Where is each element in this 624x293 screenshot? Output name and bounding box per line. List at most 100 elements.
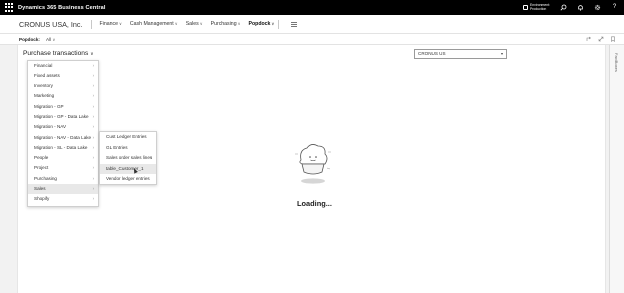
chevron-down-icon: ∨ bbox=[90, 51, 94, 56]
category-menu: Financial › Fixed assets › Inventory › Mark… bbox=[27, 60, 99, 207]
environment-icon bbox=[523, 5, 529, 10]
top-bar: Dynamics 365 Business Central Environmen… bbox=[0, 0, 624, 15]
menu-item[interactable]: Migration - NAV - Data Lake › bbox=[28, 133, 98, 143]
submenu-item-label: GL Entries bbox=[106, 144, 128, 150]
chevron-down-icon: ∨ bbox=[118, 21, 122, 26]
menu-item[interactable]: Migration - GP › bbox=[28, 102, 98, 112]
chevron-down-icon: ∨ bbox=[52, 37, 56, 42]
environment-name: Production bbox=[530, 6, 547, 11]
sales-submenu: Cust Ledger Entries GL Entries Sales ord… bbox=[99, 131, 157, 185]
menu-item-label: Migration - NAV - Data Lake bbox=[34, 134, 92, 140]
chevron-right-icon: › bbox=[92, 165, 94, 171]
menu-item[interactable]: Purchasing › bbox=[28, 174, 98, 184]
chevron-right-icon: › bbox=[92, 175, 94, 181]
menu-item[interactable]: Shopify › bbox=[28, 194, 98, 204]
nav-divider bbox=[278, 19, 280, 29]
navigation-bar: CRONUS USA, Inc. Finance∨ Cash Managemen… bbox=[0, 15, 624, 34]
menu-item[interactable]: People › bbox=[28, 153, 98, 163]
company-name[interactable]: CRONUS USA, Inc. bbox=[19, 20, 83, 29]
chevron-right-icon: › bbox=[92, 72, 94, 78]
chevron-right-icon: › bbox=[92, 124, 94, 130]
action-bar: Popdock: All ∨ bbox=[0, 34, 624, 45]
submenu-item[interactable]: Sales order sales lines › bbox=[100, 153, 156, 164]
menu-icon[interactable] bbox=[291, 21, 298, 27]
search-icon[interactable] bbox=[560, 4, 567, 11]
help-icon[interactable]: ? bbox=[611, 4, 618, 11]
chevron-right-icon: › bbox=[92, 155, 94, 161]
share-icon[interactable] bbox=[586, 36, 592, 44]
menu-item-label: Inventory bbox=[34, 83, 53, 89]
nav-popdock[interactable]: Popdock∨ bbox=[249, 21, 275, 27]
company-select-value: CRONUS US bbox=[418, 51, 446, 56]
nav-finance[interactable]: Finance∨ bbox=[100, 21, 122, 27]
loading-illustration bbox=[293, 140, 333, 186]
chevron-down-icon: ∨ bbox=[271, 21, 275, 26]
menu-item[interactable]: Sales › bbox=[28, 184, 98, 195]
submenu-item[interactable]: GL Entries bbox=[100, 143, 156, 154]
chevron-right-icon: › bbox=[92, 83, 94, 89]
topbar-actions: Environment: Production ? bbox=[523, 0, 618, 15]
transaction-type-dropdown[interactable]: Purchase transactions ∨ bbox=[23, 50, 94, 57]
menu-item[interactable]: Marketing › bbox=[28, 91, 98, 101]
menu-item[interactable]: Migration - NAV › bbox=[28, 122, 98, 132]
action-bar-label: Popdock: bbox=[19, 36, 40, 42]
app-title: Dynamics 365 Business Central bbox=[18, 4, 106, 11]
nav-label: Cash Management bbox=[129, 21, 174, 27]
chevron-down-icon: ∨ bbox=[199, 21, 203, 26]
nav-label: Sales bbox=[185, 21, 199, 27]
menu-item-label: Migration - NAV bbox=[34, 124, 67, 130]
factbox-panel[interactable]: FactBoxes bbox=[609, 45, 624, 293]
nav-sales[interactable]: Sales∨ bbox=[186, 21, 203, 27]
menu-item-label: Purchasing bbox=[34, 175, 57, 181]
chevron-down-icon: ∨ bbox=[237, 21, 241, 26]
nav-cash-management[interactable]: Cash Management∨ bbox=[130, 21, 178, 27]
menu-item-label: Project bbox=[34, 165, 49, 171]
gear-icon[interactable] bbox=[594, 4, 601, 11]
page-actions bbox=[586, 36, 616, 44]
submenu-item[interactable]: Cust Ledger Entries bbox=[100, 132, 156, 143]
menu-item[interactable]: Financial › bbox=[28, 61, 98, 71]
menu-item-label: Fixed assets bbox=[34, 72, 60, 78]
environment-indicator[interactable]: Environment: Production bbox=[523, 3, 550, 11]
chevron-right-icon: › bbox=[92, 113, 94, 119]
nav-purchasing[interactable]: Purchasing∨ bbox=[211, 21, 241, 27]
chevron-down-icon: ∨ bbox=[174, 21, 178, 26]
submenu-item-label: table_Customer_1 bbox=[106, 165, 144, 171]
action-bar-filter[interactable]: All ∨ bbox=[46, 37, 55, 42]
chevron-right-icon: › bbox=[92, 144, 94, 150]
chevron-right-icon: › bbox=[150, 155, 152, 160]
chevron-right-icon: › bbox=[92, 186, 94, 192]
nav-label: Popdock bbox=[248, 21, 271, 27]
menu-item-label: Sales bbox=[34, 186, 46, 192]
chevron-right-icon: › bbox=[92, 134, 94, 140]
submenu-item[interactable]: table_Customer_1 bbox=[100, 163, 156, 174]
expand-icon[interactable] bbox=[598, 36, 604, 44]
chevron-right-icon: › bbox=[92, 103, 94, 109]
nav-divider bbox=[90, 19, 92, 29]
loading-text: Loading... bbox=[297, 199, 332, 208]
menu-item-label: Financial bbox=[34, 62, 53, 68]
submenu-item-label: Sales order sales lines bbox=[106, 155, 153, 160]
app-launcher-icon[interactable] bbox=[5, 2, 15, 13]
submenu-item-label: Cust Ledger Entries bbox=[106, 134, 147, 139]
menu-item-label: People bbox=[34, 155, 49, 161]
company-select[interactable]: CRONUS US ▾ bbox=[414, 49, 507, 59]
submenu-item[interactable]: Vendor ledger entries bbox=[100, 174, 156, 185]
chevron-right-icon: › bbox=[92, 93, 94, 99]
menu-item-label: Migration - SL - Data Lake bbox=[34, 144, 88, 150]
dropdown-label: Purchase transactions bbox=[23, 50, 89, 57]
chevron-right-icon: › bbox=[92, 196, 94, 202]
bookmark-icon[interactable] bbox=[610, 36, 616, 44]
menu-item[interactable]: Fixed assets › bbox=[28, 71, 98, 81]
menu-item-label: Marketing bbox=[34, 93, 55, 99]
menu-item[interactable]: Migration - GP - Data Lake › bbox=[28, 112, 98, 122]
bell-icon[interactable] bbox=[577, 4, 584, 11]
factbox-label: FactBoxes bbox=[614, 53, 619, 72]
dropdown-arrow-icon: ▾ bbox=[500, 51, 503, 56]
menu-item[interactable]: Inventory › bbox=[28, 81, 98, 91]
nav-label: Purchasing bbox=[210, 21, 237, 27]
menu-item[interactable]: Project › bbox=[28, 163, 98, 173]
menu-item[interactable]: Migration - SL - Data Lake › bbox=[28, 143, 98, 153]
menu-item-label: Migration - GP bbox=[34, 103, 64, 109]
filter-value: All bbox=[45, 36, 52, 42]
